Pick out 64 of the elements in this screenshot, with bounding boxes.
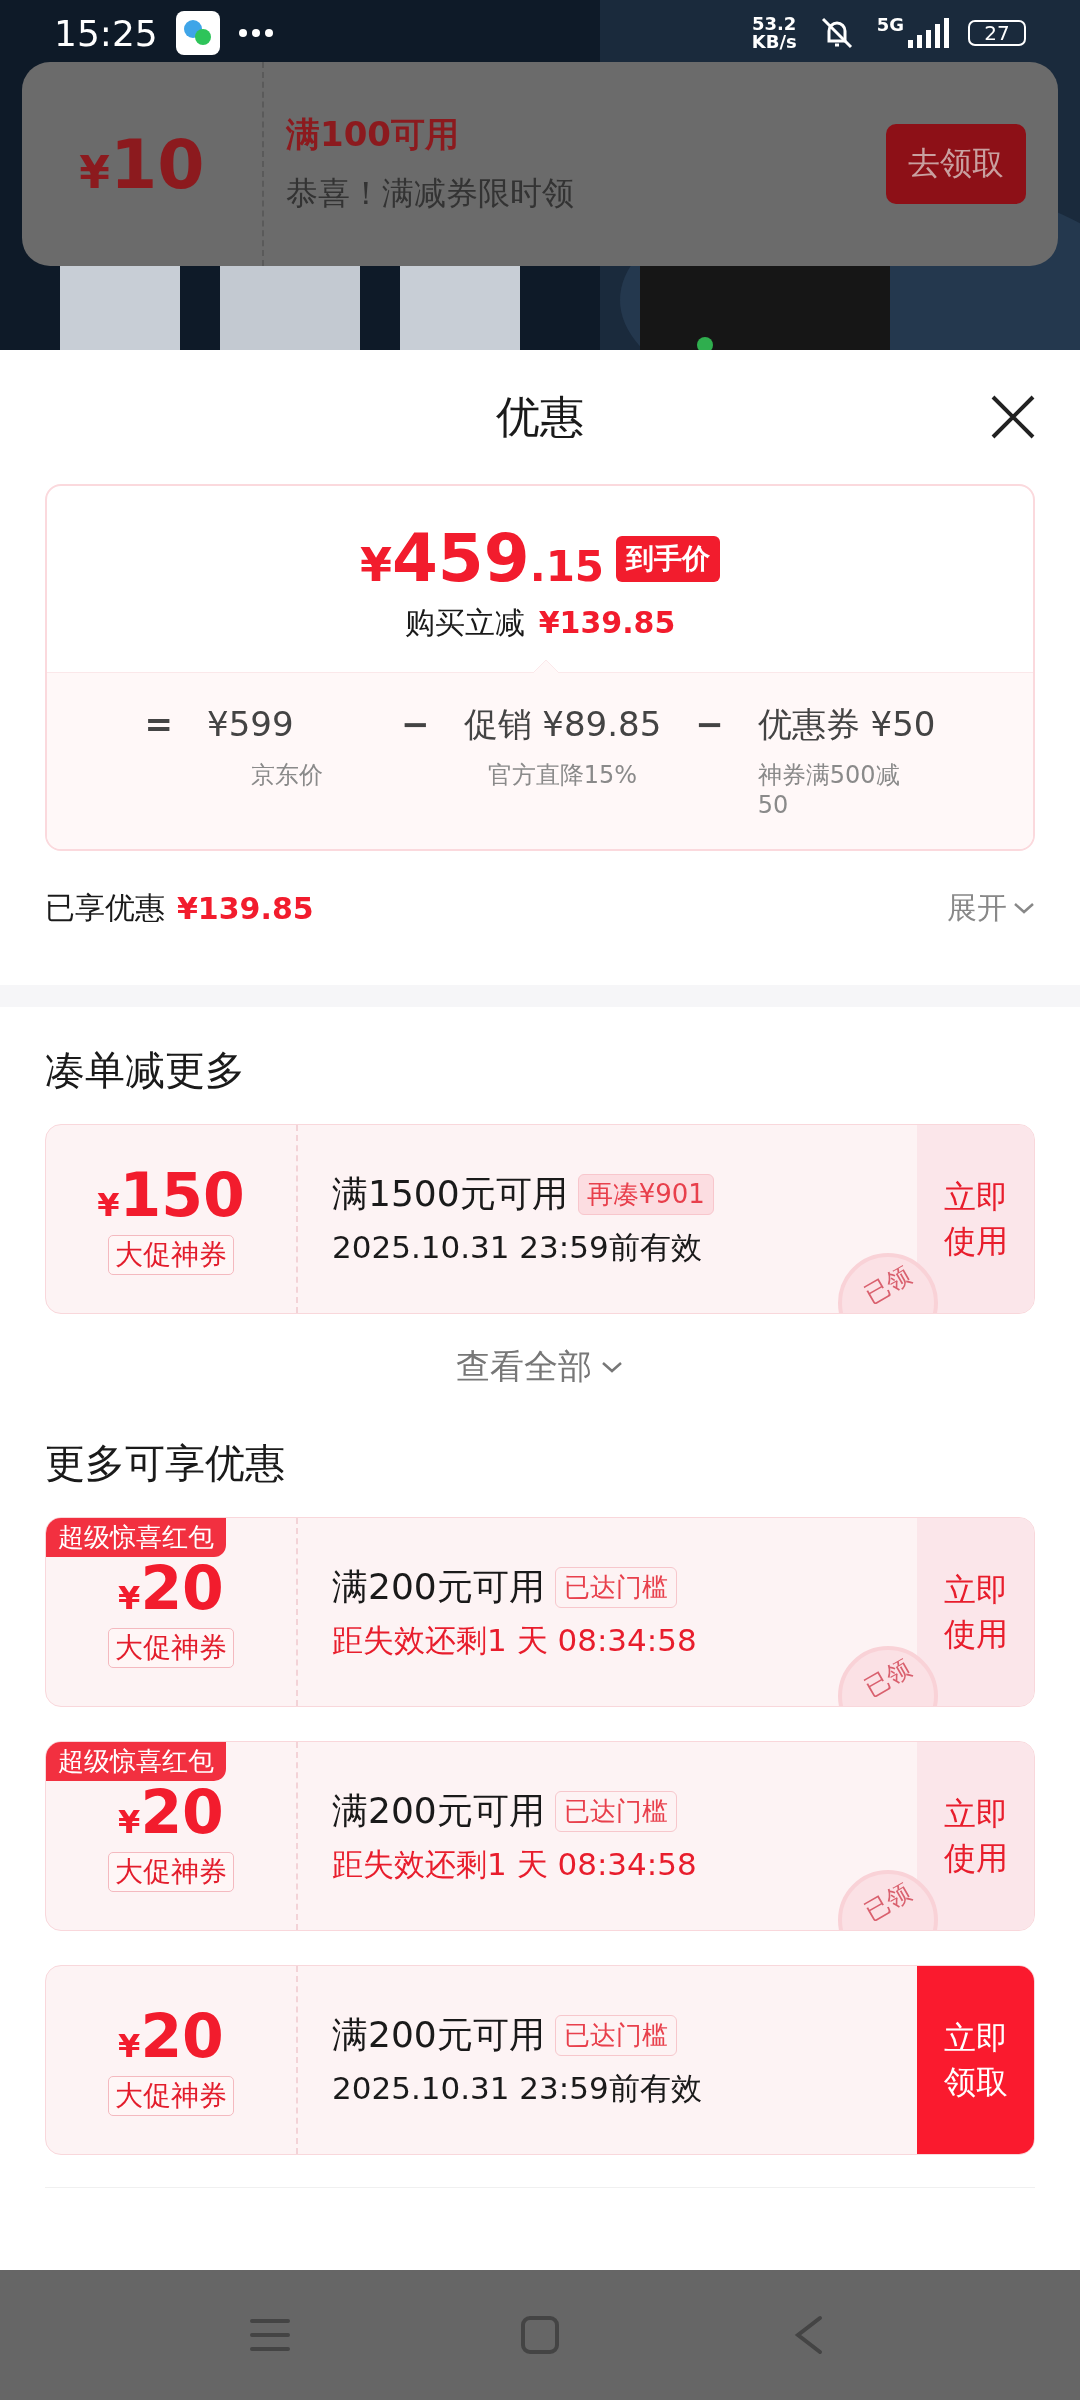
sheet-title: 优惠 bbox=[496, 389, 584, 444]
more-icon bbox=[237, 28, 274, 38]
claim-button[interactable]: 去领取 bbox=[886, 124, 1026, 204]
close-icon[interactable] bbox=[990, 394, 1036, 440]
coupon-condition: 满200元可用 bbox=[332, 1788, 545, 1833]
banner-message: 恭喜！满减券限时领 bbox=[286, 173, 575, 214]
chat-app-icon bbox=[175, 11, 220, 55]
coupon-badge: 已达门槛 bbox=[554, 2014, 677, 2056]
coupon-badge: 再凑¥901 bbox=[577, 1173, 714, 1215]
coupon-tag: 大促神券 bbox=[108, 2076, 234, 2116]
chevron-down-icon bbox=[1013, 901, 1035, 915]
network-speed: 53.2 KB/s bbox=[751, 15, 797, 51]
final-price: ¥459.15 bbox=[359, 520, 605, 597]
section-title: 凑单减更多 bbox=[44, 1046, 246, 1095]
operator-sign: − bbox=[695, 703, 724, 746]
operator-sign: − bbox=[401, 703, 430, 746]
coupon-validity: 2025.10.31 23:59前有效 bbox=[332, 1227, 703, 1267]
coupon-tag: 大促神券 bbox=[108, 1235, 234, 1275]
coupon-condition: 满200元可用 bbox=[332, 1564, 545, 1609]
banner-amount: ¥10 bbox=[78, 124, 206, 204]
coupon-amount: ¥20 bbox=[118, 1556, 224, 1620]
saving-label: 购买立减 bbox=[404, 604, 525, 642]
coupon-condition: 满1500元可用 bbox=[332, 1171, 568, 1216]
claimed-stamp: 已领 bbox=[838, 1646, 938, 1706]
chevron-down-icon bbox=[600, 1359, 624, 1375]
ribbon-label: 超级惊喜红包 bbox=[46, 1742, 226, 1781]
claimed-stamp: 已领 bbox=[838, 1253, 938, 1313]
coupon-action-button[interactable]: 立即使用 bbox=[917, 1742, 1034, 1930]
coupon-validity: 2025.10.31 23:59前有效 bbox=[332, 2068, 703, 2108]
coupon-validity: 距失效还剩1 天 08:34:58 bbox=[332, 1620, 698, 1660]
status-time: 15:25 bbox=[54, 12, 158, 54]
coupon-tag: 大促神券 bbox=[108, 1628, 234, 1668]
coupon-badge: 已达门槛 bbox=[554, 1566, 677, 1608]
banner-condition: 满100可用 bbox=[286, 113, 460, 156]
coupon-validity: 距失效还剩1 天 08:34:58 bbox=[332, 1844, 698, 1884]
coupon-action-button[interactable]: 立即使用 bbox=[917, 1518, 1034, 1706]
enjoyed-amount: ¥139.85 bbox=[177, 890, 314, 926]
price-note: 官方直降15% bbox=[486, 760, 639, 791]
price-component: 优惠券 ¥50 bbox=[757, 703, 936, 746]
price-note: 京东价 bbox=[250, 760, 324, 791]
saving-amount: ¥139.85 bbox=[538, 605, 676, 640]
expand-button[interactable]: 展开 bbox=[947, 887, 1035, 929]
coupon-action-button[interactable]: 立即使用 bbox=[917, 1125, 1034, 1313]
coupon-action-button[interactable]: 立即领取 bbox=[917, 1966, 1034, 2154]
network-type: 5G bbox=[876, 14, 904, 35]
view-all-button[interactable]: 查看全部 bbox=[0, 1314, 1080, 1400]
price-component: ¥599 bbox=[207, 703, 295, 746]
section-title: 更多可享优惠 bbox=[44, 1439, 286, 1488]
coupon-tag: 大促神券 bbox=[108, 1852, 234, 1892]
home-icon[interactable] bbox=[520, 2315, 560, 2355]
price-tag: 到手价 bbox=[616, 535, 721, 582]
coupon-amount: ¥150 bbox=[97, 1163, 245, 1227]
operator-sign: = bbox=[144, 703, 173, 746]
coupon-badge: 已达门槛 bbox=[554, 1790, 677, 1832]
enjoyed-label: 已享优惠 bbox=[45, 888, 165, 927]
coupon-amount: ¥20 bbox=[118, 1780, 224, 1844]
signal-icon bbox=[906, 18, 950, 48]
coupon-amount: ¥20 bbox=[118, 2004, 224, 2068]
price-component: 促销 ¥89.85 bbox=[463, 703, 662, 746]
ribbon-label: 超级惊喜红包 bbox=[46, 1518, 226, 1557]
claimed-stamp: 已领 bbox=[838, 1870, 938, 1930]
battery-level: 27 bbox=[968, 20, 1026, 46]
coupon-condition: 满200元可用 bbox=[332, 2012, 545, 2057]
price-note: 神券满500减50 bbox=[757, 760, 901, 819]
